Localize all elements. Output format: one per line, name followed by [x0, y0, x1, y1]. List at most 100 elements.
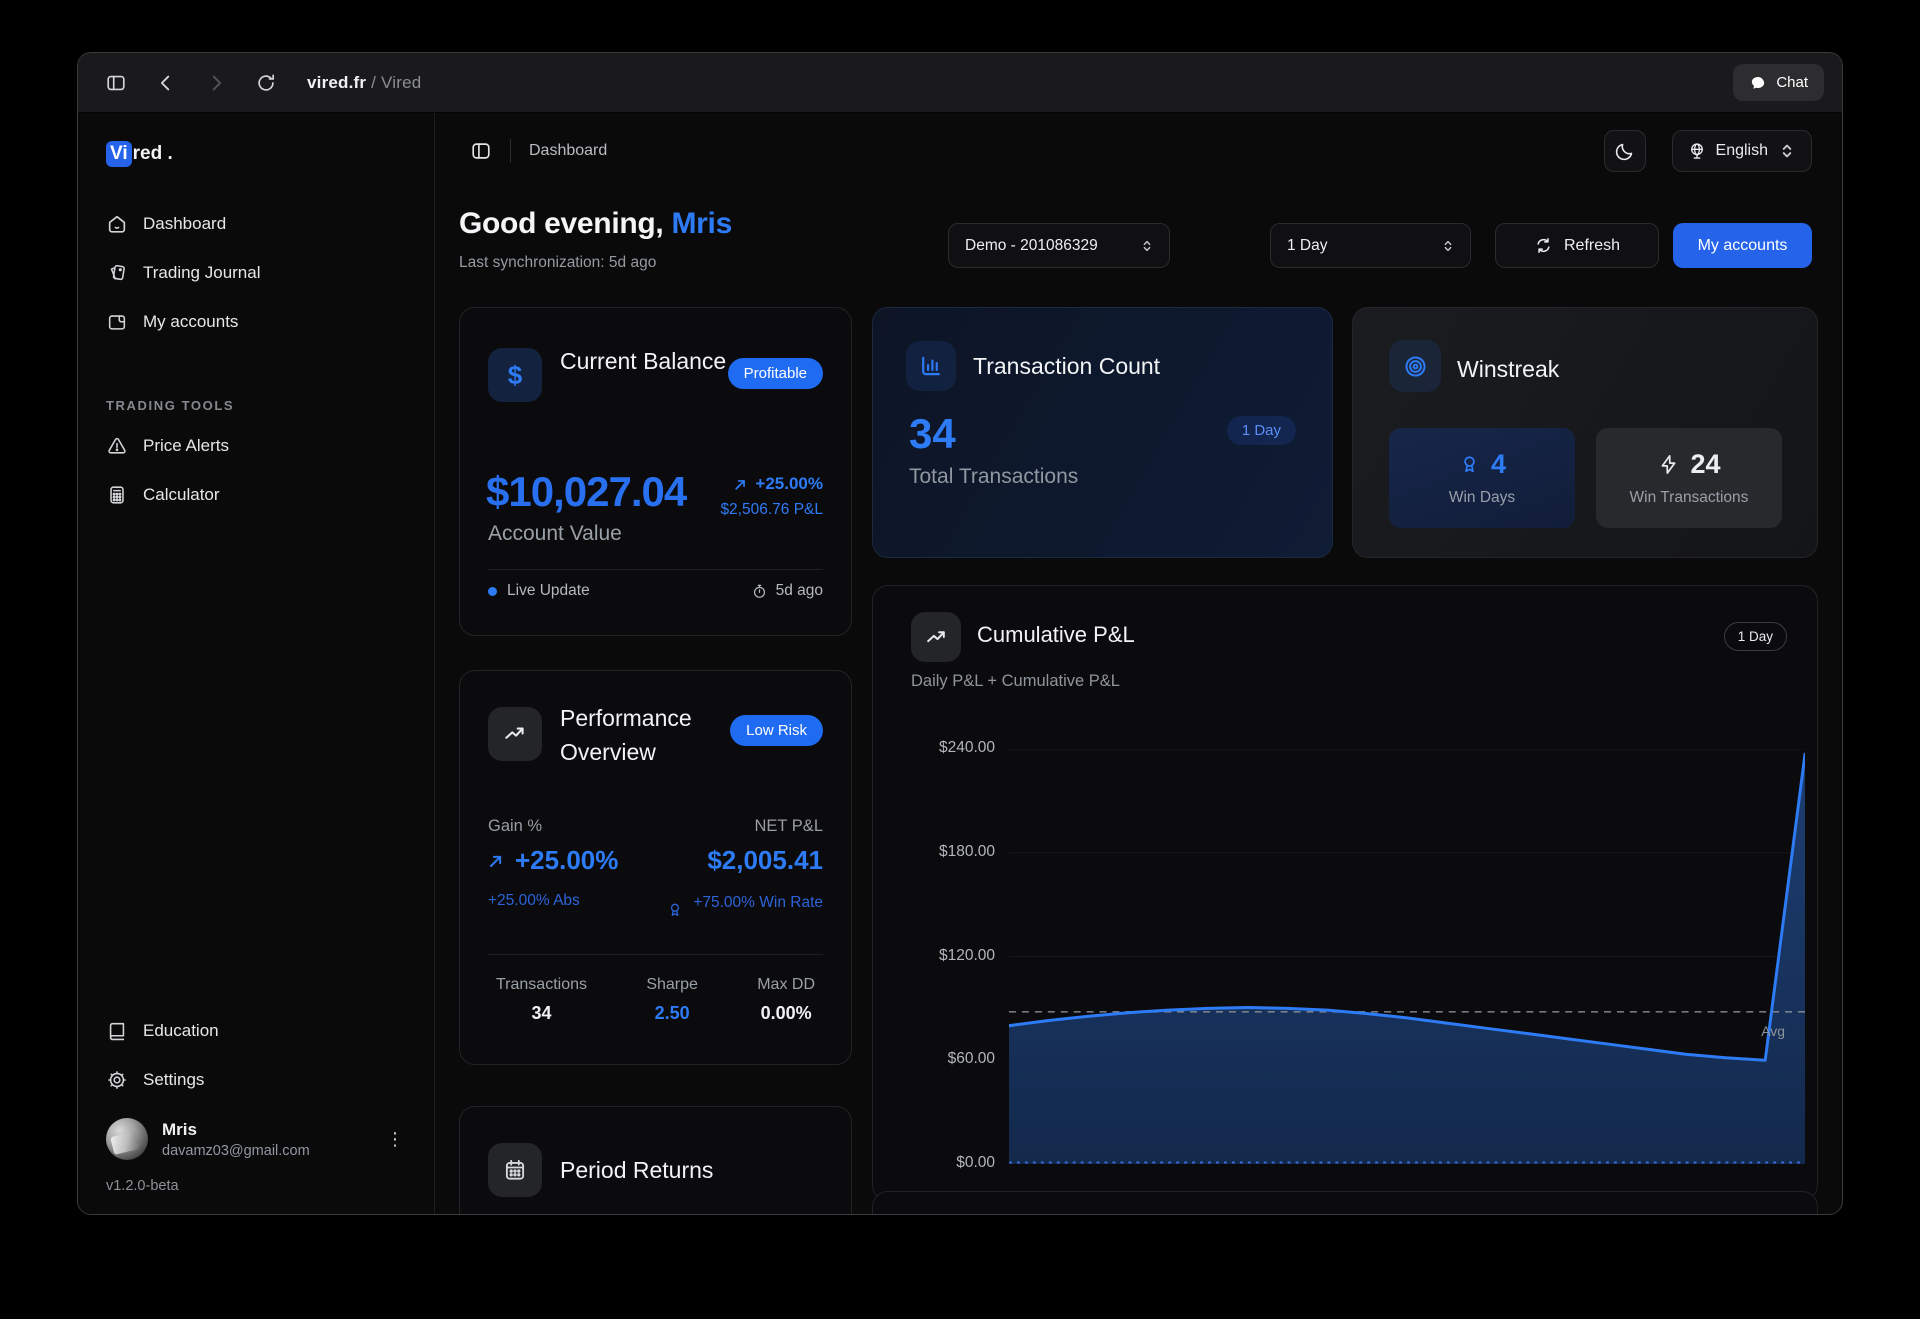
- chevron-updown-icon: [1440, 238, 1456, 254]
- my-accounts-label: My accounts: [1698, 237, 1788, 255]
- stat-label: Transactions: [496, 976, 587, 994]
- main-content: Dashboard English Good evening, Mris Las…: [435, 113, 1842, 1214]
- balance-pnl: $2,506.76 P&L: [720, 501, 823, 519]
- net-pnl-label: NET P&L: [755, 817, 823, 836]
- account-select-value: Demo - 201086329: [965, 237, 1098, 255]
- sidebar-toggle-icon[interactable]: [105, 72, 127, 94]
- gain-value-row: +25.00%: [486, 845, 618, 876]
- dashboard-controls: Demo - 201086329 1 Day Refresh My accoun…: [948, 223, 1812, 268]
- stat-max-dd: Max DD 0.00%: [757, 976, 815, 1024]
- win-rate-medal-icon: [666, 901, 684, 919]
- calendar-icon: [488, 1143, 542, 1197]
- y-tick-label: $240.00: [897, 739, 995, 757]
- current-balance-card: $ Current Balance Profitable $10,027.04 …: [459, 307, 852, 636]
- sidebar-item-calculator[interactable]: Calculator: [78, 470, 434, 519]
- wallet-icon: [106, 311, 128, 333]
- user-email: davamz03@gmail.com: [162, 1143, 310, 1159]
- live-update-indicator: Live Update: [488, 582, 590, 600]
- chart-title: Cumulative P&L: [977, 622, 1135, 648]
- account-select[interactable]: Demo - 201086329: [948, 223, 1170, 268]
- win-transactions-tile: 24 Win Transactions: [1596, 428, 1782, 528]
- gear-icon: [106, 1069, 128, 1091]
- home-icon: [106, 213, 128, 235]
- sidebar-item-education[interactable]: Education: [78, 1006, 434, 1055]
- performance-stats-row: Transactions 34 Sharpe 2.50 Max DD 0.00%: [488, 976, 823, 1024]
- gain-value: +25.00%: [515, 845, 618, 876]
- sidebar-item-settings[interactable]: Settings: [78, 1055, 434, 1104]
- panel-toggle-icon[interactable]: [470, 140, 492, 162]
- chat-button[interactable]: Chat: [1733, 64, 1824, 101]
- sidebar: Vired . Dashboard Trading Journal My acc…: [78, 113, 435, 1214]
- url-host: vired.fr: [307, 73, 366, 92]
- alert-triangle-icon: [106, 435, 128, 457]
- browser-window: vired.fr / Vired Chat Vired . Dashboard …: [77, 52, 1843, 1215]
- breadcrumb: Dashboard: [529, 142, 607, 160]
- transaction-count-value: 34: [909, 410, 956, 458]
- win-days-label: Win Days: [1449, 489, 1515, 507]
- sidebar-item-label: Dashboard: [143, 214, 226, 234]
- chart-subtitle: Daily P&L + Cumulative P&L: [911, 672, 1120, 691]
- last-updated: 5d ago: [751, 582, 823, 600]
- greeting-block: Good evening, Mris Last synchronization:…: [459, 207, 732, 272]
- app-logo[interactable]: Vired .: [78, 113, 434, 165]
- user-menu-kebab-icon[interactable]: ⋮: [380, 1124, 410, 1154]
- balance-card-footer: Live Update 5d ago: [488, 582, 823, 600]
- main-header: Dashboard English: [435, 113, 1842, 189]
- refresh-button[interactable]: Refresh: [1495, 223, 1659, 268]
- dollar-icon: $: [488, 348, 542, 402]
- sidebar-item-price-alerts[interactable]: Price Alerts: [78, 421, 434, 470]
- address-bar[interactable]: vired.fr / Vired: [307, 73, 421, 93]
- y-tick-label: $0.00: [897, 1154, 995, 1172]
- lightning-icon: [1657, 453, 1680, 476]
- moon-icon: [1614, 141, 1635, 162]
- card-title: Transaction Count: [973, 353, 1160, 380]
- stat-value: 0.00%: [757, 1003, 815, 1024]
- language-select[interactable]: English: [1672, 130, 1812, 172]
- avg-label: Avg: [1761, 1023, 1785, 1039]
- period-badge: 1 Day: [1227, 416, 1296, 445]
- gain-label: Gain %: [488, 817, 542, 836]
- user-name: Mris: [162, 1120, 310, 1140]
- card-title: Period Returns: [560, 1157, 713, 1184]
- win-days-tile: 4 Win Days: [1389, 428, 1575, 528]
- sidebar-spacer: [78, 519, 434, 1006]
- header-divider: [510, 139, 511, 163]
- medal-icon: [1458, 453, 1481, 476]
- y-tick-label: $180.00: [897, 843, 995, 861]
- sidebar-item-label: Trading Journal: [143, 263, 261, 283]
- stat-sharpe: Sharpe 2.50: [646, 976, 698, 1024]
- sidebar-item-label: Calculator: [143, 485, 220, 505]
- sidebar-item-label: My accounts: [143, 312, 238, 332]
- forward-button-icon[interactable]: [205, 72, 227, 94]
- stat-value: 34: [496, 1003, 587, 1024]
- calculator-icon: [106, 484, 128, 506]
- greeting-username: Mris: [671, 207, 732, 240]
- reload-icon[interactable]: [255, 72, 277, 94]
- language-label: English: [1716, 142, 1768, 160]
- sidebar-item-label: Price Alerts: [143, 436, 229, 456]
- sidebar-item-dashboard[interactable]: Dashboard: [78, 199, 434, 248]
- user-info: Mris davamz03@gmail.com: [162, 1120, 310, 1159]
- bar-chart-icon: [906, 341, 956, 391]
- user-profile-row[interactable]: Mris davamz03@gmail.com ⋮: [78, 1104, 434, 1166]
- trend-up-icon: [488, 707, 542, 761]
- balance-change-pct: +25.00%: [755, 474, 823, 494]
- back-button-icon[interactable]: [155, 72, 177, 94]
- url-path: / Vired: [366, 73, 421, 92]
- sidebar-item-trading-journal[interactable]: Trading Journal: [78, 248, 434, 297]
- logo-text: red .: [133, 143, 173, 164]
- my-accounts-button[interactable]: My accounts: [1673, 223, 1812, 268]
- avatar: [106, 1118, 148, 1160]
- gain-abs: +25.00% Abs: [488, 892, 580, 910]
- transaction-count-card: Transaction Count 34 Total Transactions …: [872, 307, 1333, 558]
- live-dot-icon: [488, 587, 497, 596]
- journal-cards-icon: [106, 262, 128, 284]
- card-divider: [488, 569, 823, 570]
- pnl-area-chart: Avg: [1009, 749, 1805, 1164]
- account-value: $10,027.04: [486, 468, 686, 516]
- sidebar-item-my-accounts[interactable]: My accounts: [78, 297, 434, 346]
- theme-toggle-button[interactable]: [1604, 130, 1646, 172]
- period-select[interactable]: 1 Day: [1270, 223, 1471, 268]
- card-title: Winstreak: [1457, 356, 1559, 383]
- arrow-up-right-icon: [732, 476, 749, 493]
